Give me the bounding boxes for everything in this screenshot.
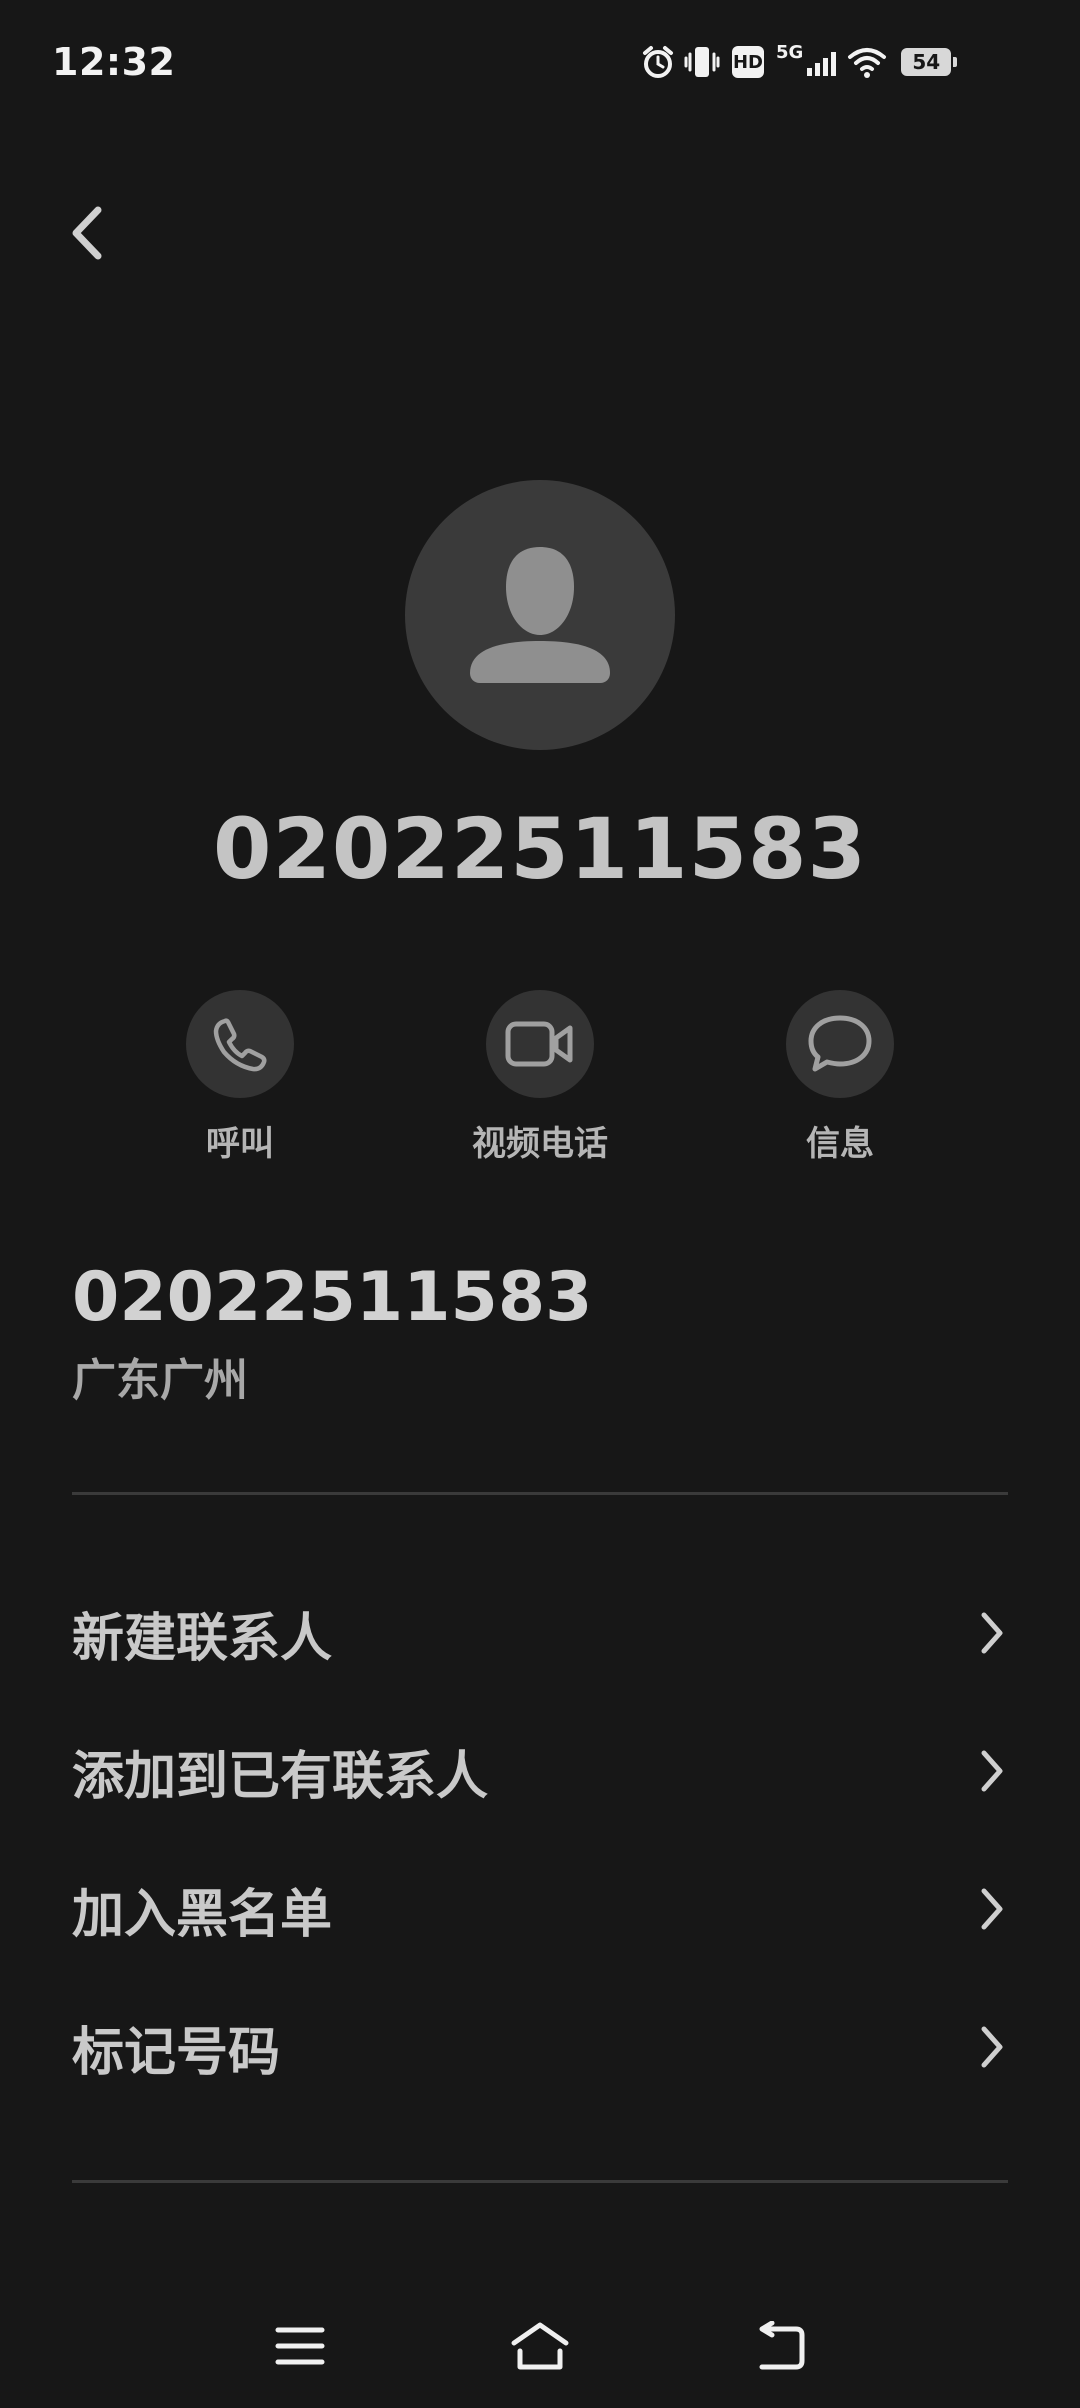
nav-home-button[interactable] — [502, 2314, 578, 2378]
detail-location: 广东广州 — [72, 1355, 248, 1406]
message-label: 信息 — [806, 1124, 874, 1164]
hd-icon: HD — [732, 46, 764, 78]
chevron-right-icon — [981, 2026, 1003, 2068]
video-call-label: 视频电话 — [472, 1124, 608, 1164]
detail-phone-number[interactable]: 02022511583 — [72, 1258, 592, 1337]
divider — [72, 1492, 1008, 1495]
signal-icon — [807, 52, 837, 76]
battery-icon: 54 — [901, 48, 958, 76]
menu-item-add-to-existing[interactable]: 添加到已有联系人 — [72, 1716, 1008, 1826]
menu-icon — [275, 2327, 325, 2365]
contact-number-title: 02022511583 — [213, 800, 867, 898]
nav-back-button[interactable] — [742, 2314, 818, 2378]
call-button[interactable]: 呼叫 — [150, 990, 330, 1165]
menu-item-new-contact[interactable]: 新建联系人 — [72, 1578, 1008, 1688]
chevron-left-icon — [72, 206, 102, 260]
chevron-right-icon — [981, 1888, 1003, 1930]
home-icon — [511, 2322, 569, 2370]
status-icons: HD 5G 54 — [640, 41, 958, 82]
menu-item-label: 加入黑名单 — [72, 1884, 333, 1945]
divider — [72, 2180, 1008, 2183]
menu-item-mark-number[interactable]: 标记号码 — [72, 1992, 1008, 2102]
video-call-button[interactable]: 视频电话 — [450, 990, 630, 1165]
wifi-icon — [848, 48, 887, 78]
menu-item-blacklist[interactable]: 加入黑名单 — [72, 1854, 1008, 1964]
chevron-right-icon — [981, 1612, 1003, 1654]
message-button[interactable]: 信息 — [750, 990, 930, 1165]
person-icon — [470, 547, 610, 683]
status-time: 12:32 — [52, 40, 176, 84]
message-bubble-icon — [808, 1015, 872, 1072]
vibrate-icon — [684, 47, 720, 77]
chevron-right-icon — [981, 1750, 1003, 1792]
phone-icon — [213, 1018, 267, 1072]
network-type: 5G — [776, 41, 804, 63]
video-camera-icon — [505, 1021, 573, 1067]
back-icon — [759, 2321, 805, 2370]
menu-item-label: 新建联系人 — [72, 1608, 333, 1669]
avatar — [405, 480, 675, 750]
alarm-icon — [643, 46, 673, 78]
back-button[interactable] — [60, 200, 116, 266]
menu-item-label: 标记号码 — [72, 2022, 281, 2083]
nav-menu-button[interactable] — [262, 2314, 338, 2378]
menu-item-label: 添加到已有联系人 — [72, 1746, 489, 1807]
call-label: 呼叫 — [206, 1124, 274, 1164]
